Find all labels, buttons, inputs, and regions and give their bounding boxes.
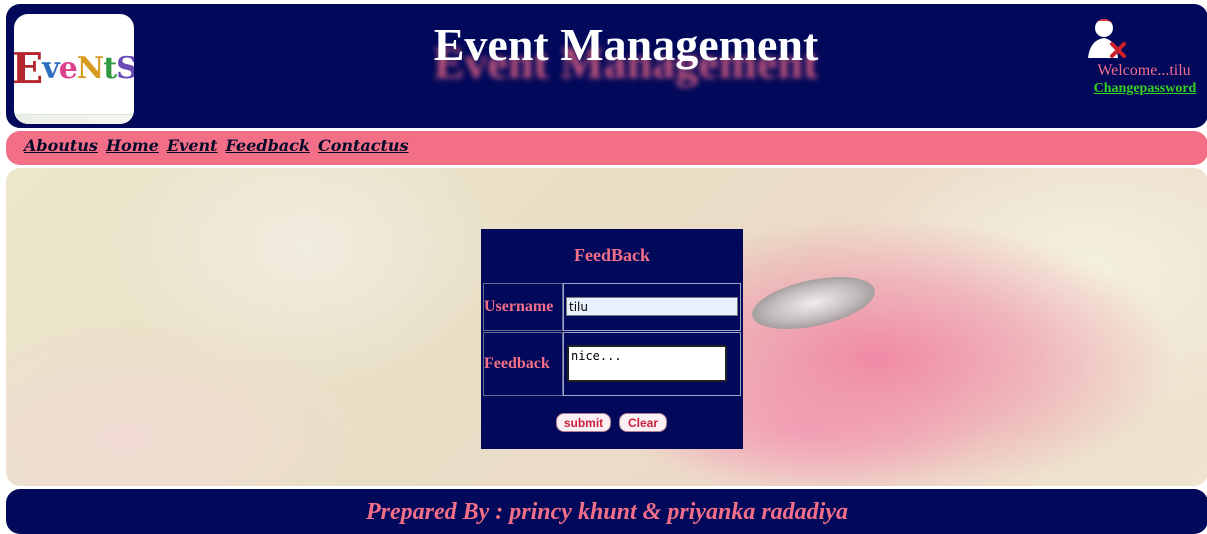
- nav-menu: Aboutus Home Event Feedback Contactus: [24, 136, 409, 155]
- logo-wordmark: EveNtS: [14, 43, 134, 93]
- logo-caption-strip: [14, 114, 134, 124]
- nav-item-contactus[interactable]: Contactus: [318, 136, 409, 155]
- feedback-textarea[interactable]: nice...: [567, 345, 727, 382]
- ring-image: [747, 267, 880, 339]
- nav-bar: Aboutus Home Event Feedback Contactus: [6, 131, 1207, 165]
- nav-item-aboutus[interactable]: Aboutus: [24, 136, 98, 155]
- footer-credit: Prepared By : princy khunt & priyanka ra…: [365, 499, 848, 525]
- username-label: Username: [483, 283, 563, 331]
- user-remove-icon: [1088, 19, 1126, 58]
- clear-button[interactable]: Clear: [619, 413, 667, 432]
- feedback-label: Feedback: [483, 332, 563, 396]
- header-banner: EveNtS Event Management Welcome...tilu C…: [6, 4, 1207, 128]
- footer: Prepared By : princy khunt & priyanka ra…: [6, 489, 1207, 534]
- feedback-form: FeedBack Username Feedback nice... submi…: [481, 229, 743, 449]
- nav-item-feedback[interactable]: Feedback: [226, 136, 310, 155]
- welcome-text: Welcome...tilu: [1097, 62, 1191, 79]
- events-logo: EveNtS: [14, 14, 134, 124]
- change-password-link[interactable]: Changepassword: [1086, 81, 1204, 97]
- nav-item-home[interactable]: Home: [106, 136, 159, 155]
- submit-button[interactable]: submit: [556, 413, 611, 432]
- nav-item-event[interactable]: Event: [167, 136, 218, 155]
- form-title: FeedBack: [574, 245, 650, 265]
- username-input[interactable]: [566, 297, 738, 316]
- feedback-cell: nice...: [563, 332, 741, 396]
- username-cell: [563, 283, 741, 331]
- page-title: Event Management: [433, 19, 819, 70]
